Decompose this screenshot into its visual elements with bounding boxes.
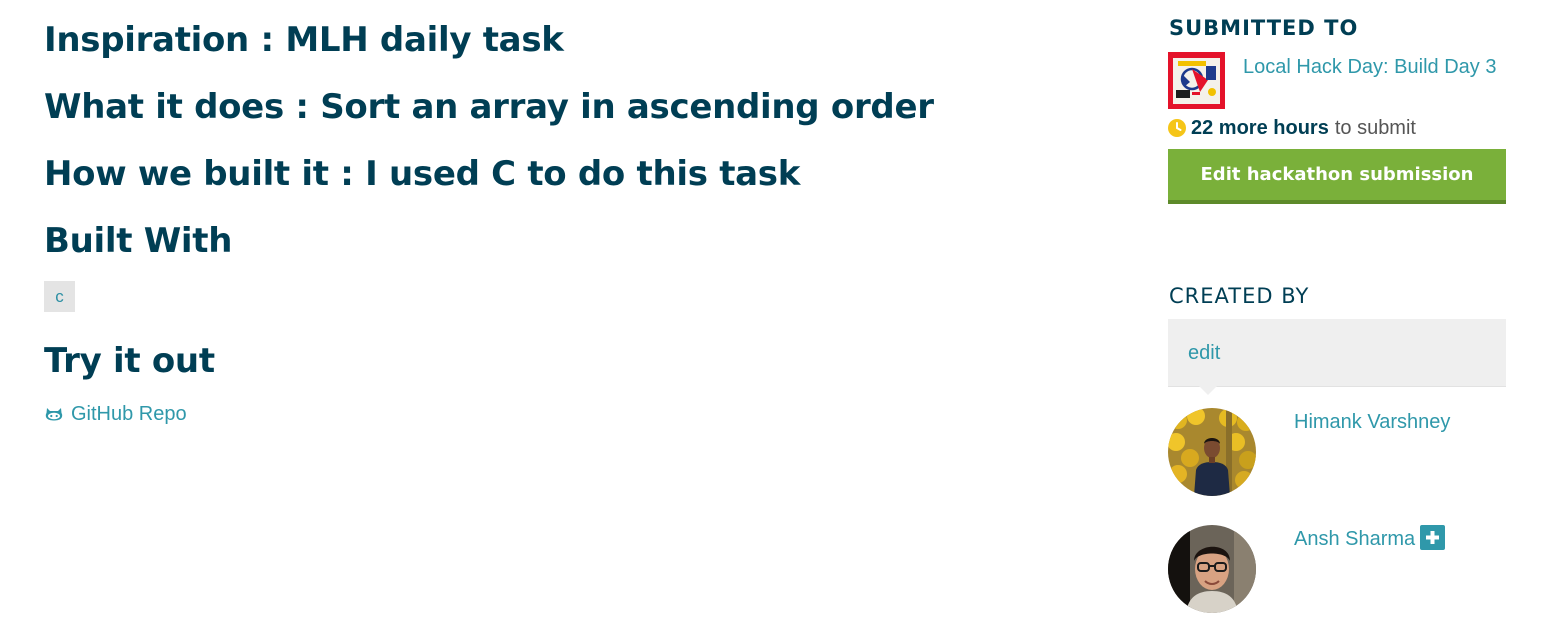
edit-hackathon-submission-button[interactable]: Edit hackathon submission	[1168, 149, 1506, 204]
github-repo-link[interactable]: GitHub Repo	[44, 402, 187, 426]
hackathon-link[interactable]: Local Hack Day: Build Day 3	[1243, 55, 1496, 79]
time-remaining-suffix: to submit	[1334, 117, 1416, 139]
add-member-plus-icon[interactable]	[1420, 525, 1445, 550]
project-page: Inspiration : MLH daily task What it doe…	[0, 0, 1568, 626]
member-name[interactable]: Himank Varshney	[1294, 410, 1450, 434]
created-by-heading: CREATED BY	[1169, 284, 1310, 308]
time-remaining-hours: 22 more hours	[1191, 117, 1329, 139]
avatar[interactable]	[1168, 525, 1256, 613]
inspiration-heading: Inspiration : MLH daily task	[44, 20, 564, 60]
hackathon-thumbnail[interactable]	[1168, 52, 1225, 109]
built-with-tag[interactable]: c	[44, 281, 75, 312]
edit-team-link[interactable]: edit	[1188, 341, 1220, 365]
built-with-heading: Built With	[44, 221, 233, 261]
clock-icon	[1168, 119, 1186, 137]
what-it-does-heading: What it does : Sort an array in ascendin…	[44, 87, 934, 127]
submitted-to-heading: SUBMITTED TO	[1169, 16, 1359, 40]
github-icon	[44, 404, 64, 424]
how-we-built-it-heading: How we built it : I used C to do this ta…	[44, 154, 801, 194]
try-it-out-heading: Try it out	[44, 341, 215, 381]
member-name[interactable]: Ansh Sharma	[1294, 527, 1415, 551]
github-repo-label: GitHub Repo	[71, 403, 187, 425]
time-remaining: 22 more hours to submit	[1168, 116, 1416, 140]
team-edit-box: edit	[1168, 319, 1506, 395]
team-member: Himank Varshney	[1168, 406, 1506, 496]
avatar[interactable]	[1168, 408, 1256, 496]
team-member: Ansh Sharma	[1168, 523, 1506, 613]
